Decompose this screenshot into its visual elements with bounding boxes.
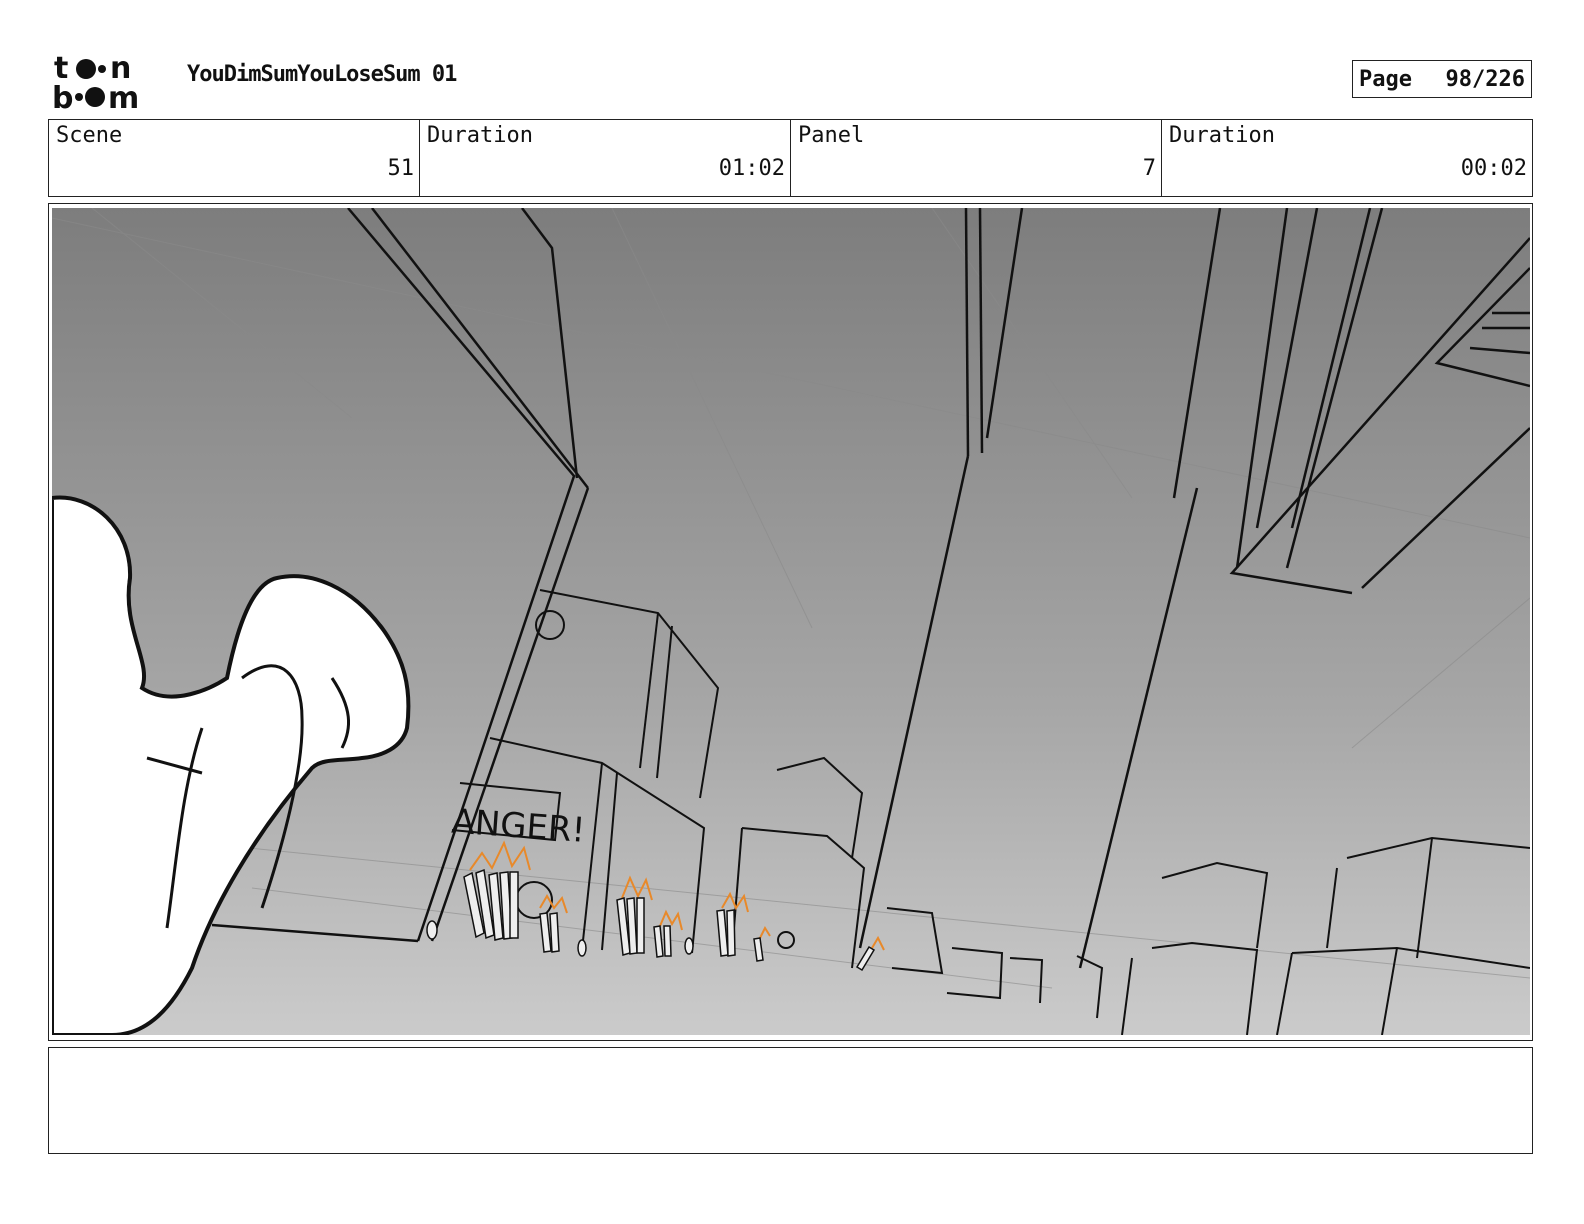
scene-info-row: Scene 51 Duration 01:02 Panel 7 Duration…	[48, 119, 1533, 197]
svg-text:m: m	[108, 81, 139, 110]
page-label: Page	[1359, 66, 1412, 92]
panel-label: Panel	[798, 123, 865, 148]
storyboard-drawing: ANGER!	[52, 208, 1530, 1035]
page-number: 98/226	[1445, 66, 1525, 92]
panel-duration-value: 00:02	[1460, 156, 1527, 181]
scene-cell: Scene 51	[49, 120, 420, 196]
toon-boom-logo: t n b m	[52, 52, 139, 110]
scene-label: Scene	[56, 123, 123, 148]
scene-duration-cell: Duration 01:02	[420, 120, 791, 196]
panel-cell: Panel 7	[791, 120, 1162, 196]
scene-duration-value: 01:02	[718, 156, 785, 181]
page-indicator: Page 98/226	[1352, 60, 1532, 98]
svg-text:b: b	[52, 81, 73, 110]
panel-number: 7	[1142, 156, 1156, 181]
document-title: YouDimSumYouLoseSum 01	[187, 62, 457, 87]
panel-notes-box	[48, 1047, 1533, 1154]
panel-duration-label: Duration	[1169, 123, 1275, 148]
scene-duration-label: Duration	[427, 123, 533, 148]
scene-number: 51	[387, 156, 415, 181]
panel-duration-cell: Duration 00:02	[1162, 120, 1532, 196]
